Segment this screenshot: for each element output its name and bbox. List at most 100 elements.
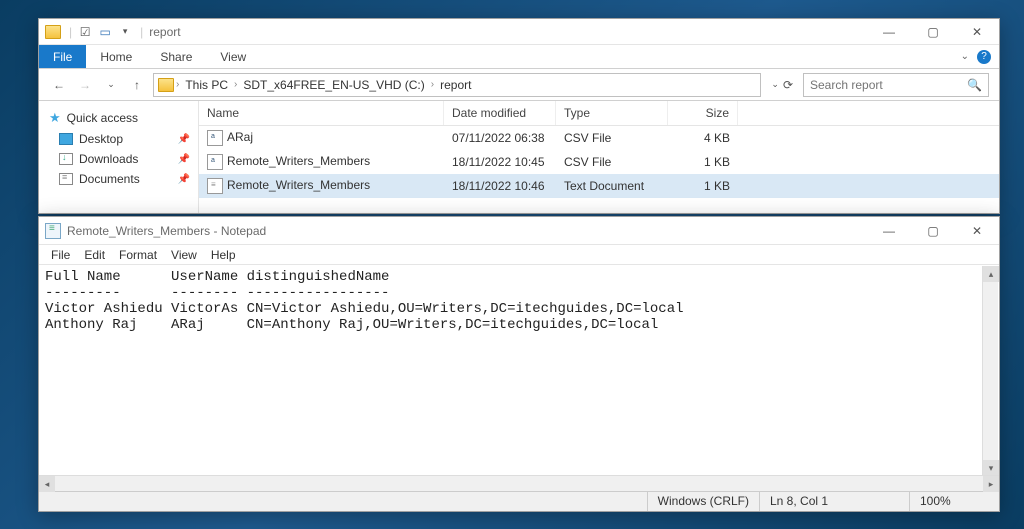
status-zoom: 100% bbox=[909, 492, 999, 511]
nav-label: Desktop bbox=[79, 132, 123, 146]
minimize-button[interactable]: — bbox=[867, 218, 911, 244]
maximize-button[interactable]: ▢ bbox=[911, 19, 955, 45]
nav-documents[interactable]: Documents 📌 bbox=[39, 169, 198, 189]
file-row[interactable]: Remote_Writers_Members 18/11/2022 10:46Te… bbox=[199, 174, 999, 198]
status-position: Ln 8, Col 1 bbox=[759, 492, 909, 511]
notepad-window: Remote_Writers_Members - Notepad — ▢ ✕ F… bbox=[38, 216, 1000, 512]
search-input[interactable] bbox=[810, 78, 967, 92]
notepad-statusbar: Windows (CRLF) Ln 8, Col 1 100% bbox=[39, 491, 999, 511]
search-icon[interactable]: 🔍 bbox=[967, 78, 982, 92]
nav-downloads[interactable]: Downloads 📌 bbox=[39, 149, 198, 169]
file-name: Remote_Writers_Members bbox=[227, 178, 370, 192]
notepad-menu: File Edit Format View Help bbox=[39, 245, 999, 265]
column-name[interactable]: Name bbox=[199, 101, 444, 125]
menu-view[interactable]: View bbox=[165, 247, 203, 262]
navigation-pane: ★ Quick access Desktop 📌 Downloads 📌 Doc… bbox=[39, 101, 199, 213]
status-encoding: Windows (CRLF) bbox=[647, 492, 759, 511]
crumb-this-pc[interactable]: This PC bbox=[181, 76, 232, 94]
chevron-right-icon[interactable]: › bbox=[431, 79, 434, 90]
scroll-down-icon[interactable]: ▾ bbox=[983, 460, 999, 476]
star-icon: ★ bbox=[49, 110, 61, 126]
menu-edit[interactable]: Edit bbox=[78, 247, 111, 262]
ribbon-tabs: File Home Share View ⌄ ? bbox=[39, 45, 999, 69]
crumb-folder[interactable]: report bbox=[436, 76, 475, 94]
list-rows: ARaj 07/11/2022 06:38CSV File4 KB Remote_W… bbox=[199, 126, 999, 213]
file-date: 07/11/2022 06:38 bbox=[444, 129, 556, 147]
refresh-icon[interactable]: ⟳ bbox=[783, 78, 793, 92]
file-size: 1 KB bbox=[668, 153, 738, 171]
titlebar-divider: | bbox=[69, 25, 72, 39]
folder-icon bbox=[45, 25, 61, 39]
nav-forward-button[interactable]: → bbox=[75, 78, 95, 92]
menu-file[interactable]: File bbox=[45, 247, 76, 262]
file-name: Remote_Writers_Members bbox=[227, 154, 370, 168]
file-type: Text Document bbox=[556, 177, 668, 195]
titlebar-divider: | bbox=[140, 25, 143, 39]
downloads-icon bbox=[59, 153, 73, 165]
ribbon-tab-view[interactable]: View bbox=[206, 45, 260, 68]
scroll-right-icon[interactable]: ▸ bbox=[983, 476, 999, 492]
file-explorer-window: | ☑ ▭ ▾ | report — ▢ ✕ File Home Share V… bbox=[38, 18, 1000, 214]
breadcrumb-folder-icon bbox=[158, 78, 174, 92]
file-icon bbox=[207, 154, 223, 170]
nav-label: Downloads bbox=[79, 152, 138, 166]
navigation-bar: ← → ⌄ ↑ › This PC › SDT_x64FREE_EN-US_VH… bbox=[39, 69, 999, 101]
ribbon-tab-share[interactable]: Share bbox=[146, 45, 206, 68]
file-size: 1 KB bbox=[668, 177, 738, 195]
scroll-up-icon[interactable]: ▴ bbox=[983, 266, 999, 282]
file-row[interactable]: Remote_Writers_Members18/11/2022 10:45CS… bbox=[199, 150, 999, 174]
nav-back-button[interactable]: ← bbox=[49, 78, 69, 92]
column-type[interactable]: Type bbox=[556, 101, 668, 125]
list-header: Name Date modified Type Size bbox=[199, 101, 999, 126]
ribbon-tab-file[interactable]: File bbox=[39, 45, 86, 68]
file-size: 4 KB bbox=[668, 129, 738, 147]
explorer-titlebar[interactable]: | ☑ ▭ ▾ | report — ▢ ✕ bbox=[39, 19, 999, 45]
search-box[interactable]: 🔍 bbox=[803, 73, 989, 97]
pin-icon: 📌 bbox=[178, 134, 190, 145]
documents-icon bbox=[59, 173, 73, 185]
nav-quick-access[interactable]: ★ Quick access bbox=[39, 107, 198, 129]
nav-desktop[interactable]: Desktop 📌 bbox=[39, 129, 198, 149]
menu-help[interactable]: Help bbox=[205, 247, 242, 262]
chevron-right-icon[interactable]: › bbox=[176, 79, 179, 90]
qat-dropdown-icon[interactable]: ▾ bbox=[118, 25, 132, 39]
properties-icon[interactable]: ☑ bbox=[78, 25, 92, 39]
nav-up-button[interactable]: ↑ bbox=[127, 78, 147, 92]
new-folder-icon[interactable]: ▭ bbox=[98, 25, 112, 39]
column-date[interactable]: Date modified bbox=[444, 101, 556, 125]
notepad-title: Remote_Writers_Members - Notepad bbox=[67, 224, 266, 238]
pin-icon: 📌 bbox=[178, 154, 190, 165]
notepad-titlebar[interactable]: Remote_Writers_Members - Notepad — ▢ ✕ bbox=[39, 217, 999, 245]
column-size[interactable]: Size bbox=[668, 101, 738, 125]
notepad-text-area[interactable]: Full Name UserName distinguishedName ---… bbox=[39, 265, 999, 475]
scroll-left-icon[interactable]: ◂ bbox=[39, 476, 55, 492]
notepad-icon bbox=[45, 223, 61, 239]
pin-icon: 📌 bbox=[178, 174, 190, 185]
file-icon bbox=[207, 178, 223, 194]
file-date: 18/11/2022 10:46 bbox=[444, 177, 556, 195]
ribbon-tab-home[interactable]: Home bbox=[86, 45, 146, 68]
nav-history-dropdown[interactable]: ⌄ bbox=[101, 79, 121, 90]
vertical-scrollbar[interactable]: ▴ ▾ bbox=[982, 266, 998, 476]
window-controls: — ▢ ✕ bbox=[867, 19, 999, 45]
ribbon-collapse-icon[interactable]: ⌄ bbox=[961, 51, 969, 62]
close-button[interactable]: ✕ bbox=[955, 19, 999, 45]
horizontal-scrollbar[interactable]: ◂ ▸ bbox=[39, 475, 999, 491]
minimize-button[interactable]: — bbox=[867, 19, 911, 45]
status-spacer bbox=[39, 492, 647, 511]
help-icon[interactable]: ? bbox=[977, 50, 991, 64]
file-name: ARaj bbox=[227, 130, 253, 144]
file-type: CSV File bbox=[556, 153, 668, 171]
desktop-icon bbox=[59, 133, 73, 145]
crumb-volume[interactable]: SDT_x64FREE_EN-US_VHD (C:) bbox=[239, 76, 428, 94]
file-row[interactable]: ARaj 07/11/2022 06:38CSV File4 KB bbox=[199, 126, 999, 150]
menu-format[interactable]: Format bbox=[113, 247, 163, 262]
chevron-right-icon[interactable]: › bbox=[234, 79, 237, 90]
breadcrumb[interactable]: › This PC › SDT_x64FREE_EN-US_VHD (C:) ›… bbox=[153, 73, 761, 97]
file-type: CSV File bbox=[556, 129, 668, 147]
close-button[interactable]: ✕ bbox=[955, 218, 999, 244]
window-title: report bbox=[149, 25, 180, 39]
maximize-button[interactable]: ▢ bbox=[911, 218, 955, 244]
file-list: Name Date modified Type Size ARaj 07/11/2… bbox=[199, 101, 999, 213]
address-dropdown-icon[interactable]: ⌄ bbox=[771, 79, 779, 90]
